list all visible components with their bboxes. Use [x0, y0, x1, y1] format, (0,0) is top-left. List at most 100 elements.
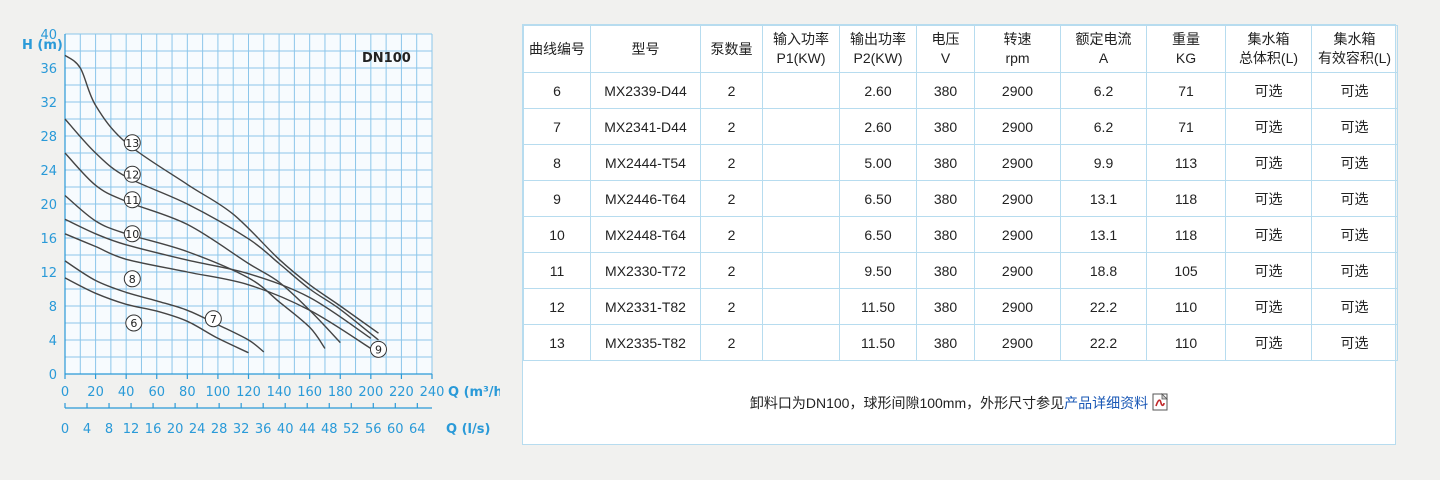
column-header: 重量 KG [1146, 25, 1226, 73]
column-header: 泵数量 [700, 25, 763, 73]
table-cell: 71 [1146, 72, 1226, 109]
table-cell: 可选 [1225, 324, 1312, 361]
y-tick-label: 36 [40, 62, 57, 77]
y-axis-title: H (m) [22, 38, 63, 53]
curve-label: 6 [130, 317, 137, 330]
table-cell: 105 [1146, 252, 1226, 289]
y-tick-label: 16 [40, 232, 57, 247]
table-cell: 2900 [974, 288, 1061, 325]
column-header-line: 重量 [1172, 31, 1200, 47]
table-cell: 可选 [1311, 144, 1398, 181]
table-cell: 可选 [1225, 180, 1312, 217]
table-cell: MX2444-T54 [590, 144, 701, 181]
pump-spec-table-panel: 曲线编号 型号 泵数量 输入功率 P1(KW) 输出功率 P2(KW) 电压 V 转速 rpm 额定电… [522, 24, 1398, 445]
table-cell: 2900 [974, 180, 1061, 217]
table-cell: 380 [916, 252, 975, 289]
table-header-row: 曲线编号 型号 泵数量 输入功率 P1(KW) 输出功率 P2(KW) 电压 V 转速 rpm 额定电… [523, 25, 1398, 73]
x2-tick-label: 52 [343, 422, 360, 437]
column-header-line: rpm [1005, 50, 1030, 66]
table-cell: 12 [523, 288, 591, 325]
column-header-line: A [1098, 50, 1109, 66]
x2-tick-label: 44 [299, 422, 316, 437]
x2-tick-label: 40 [277, 422, 294, 437]
table-row: 6 MX2339-D44 2 2.60 380 2900 6.2 71 可选 可选 [523, 72, 1398, 109]
table-row: 7 MX2341-D44 2 2.60 380 2900 6.2 71 可选 可选 [523, 108, 1398, 145]
table-cell: 5.00 [839, 144, 917, 181]
table-cell: 118 [1146, 180, 1226, 217]
table-cell: MX2330-T72 [590, 252, 701, 289]
table-cell: 22.2 [1060, 288, 1147, 325]
table-cell: MX2341-D44 [590, 108, 701, 145]
y-tick-label: 32 [40, 96, 57, 111]
table-cell: MX2446-T64 [590, 180, 701, 217]
column-header: 电压 V [916, 25, 975, 73]
table-cell: 380 [916, 288, 975, 325]
table-cell [762, 108, 840, 145]
table-cell: 71 [1146, 108, 1226, 145]
x-axis-title: Q (m³/h) [448, 385, 500, 400]
table-cell: MX2339-D44 [590, 72, 701, 109]
column-header-line: 总体积(L) [1238, 50, 1299, 66]
column-header-line: 输入功率 [773, 31, 829, 47]
table-cell: 可选 [1311, 180, 1398, 217]
table-cell: 380 [916, 180, 975, 217]
table-cell: 118 [1146, 216, 1226, 253]
table-cell: 可选 [1311, 324, 1398, 361]
table-cell: 2 [700, 252, 763, 289]
x2-tick-label: 20 [167, 422, 184, 437]
table-cell [762, 72, 840, 109]
table-row: 9 MX2446-T64 2 6.50 380 2900 13.1 118 可选 可选 [523, 180, 1398, 217]
table-cell: 2 [700, 324, 763, 361]
table-cell [762, 144, 840, 181]
pdf-icon[interactable] [1152, 393, 1169, 414]
x-tick-label: 60 [148, 385, 165, 400]
table-cell: 380 [916, 324, 975, 361]
column-header: 输出功率 P2(KW) [839, 25, 917, 73]
y-tick-label: 4 [49, 334, 57, 349]
x-tick-label: 200 [358, 385, 383, 400]
table-cell: 2900 [974, 72, 1061, 109]
table-cell: 13 [523, 324, 591, 361]
column-header-line: V [940, 50, 951, 66]
curve-label: 10 [125, 228, 139, 241]
x2-tick-label: 12 [123, 422, 140, 437]
x-tick-label: 160 [297, 385, 322, 400]
column-header-line: P1(KW) [776, 50, 826, 66]
table-cell: 可选 [1225, 144, 1312, 181]
table-cell: 2900 [974, 216, 1061, 253]
x2-tick-label: 36 [255, 422, 272, 437]
table-cell: 110 [1146, 288, 1226, 325]
table-body: 6 MX2339-D44 2 2.60 380 2900 6.2 71 可选 可选 7 MX2341-… [523, 72, 1398, 361]
column-header: 集水箱 有效容积(L) [1311, 25, 1398, 73]
table-cell: 可选 [1225, 108, 1312, 145]
column-header: 转速 rpm [974, 25, 1061, 73]
x2-tick-label: 60 [387, 422, 404, 437]
table-cell: 2900 [974, 252, 1061, 289]
curve-label: 7 [210, 313, 217, 326]
table-cell: 380 [916, 216, 975, 253]
table-cell: 380 [916, 108, 975, 145]
curve-label: 11 [125, 194, 139, 207]
x-tick-label: 140 [267, 385, 292, 400]
table-row: 10 MX2448-T64 2 6.50 380 2900 13.1 118 可选 可选 [523, 216, 1398, 253]
table-cell: 13.1 [1060, 216, 1147, 253]
table-cell: 可选 [1225, 216, 1312, 253]
y-tick-label: 0 [49, 368, 57, 383]
x2-tick-label: 32 [233, 422, 250, 437]
table-cell: 9 [523, 180, 591, 217]
column-header: 集水箱 总体积(L) [1225, 25, 1312, 73]
x-tick-label: 240 [420, 385, 445, 400]
column-header: 型号 [590, 25, 701, 73]
table-cell: 9.50 [839, 252, 917, 289]
discharge-note: 卸料口为DN100，球形间隙100mm，外形尺寸参见产品详细资料 [523, 393, 1395, 414]
table-cell: 可选 [1311, 72, 1398, 109]
note-text: 卸料口为DN100，球形间隙100mm，外形尺寸参见 [749, 395, 1065, 411]
column-header: 额定电流 A [1060, 25, 1147, 73]
table-cell: 2 [700, 288, 763, 325]
column-header-line: 型号 [631, 40, 660, 57]
product-details-link[interactable]: 产品详细资料 [1064, 395, 1148, 411]
x-tick-label: 180 [328, 385, 353, 400]
x2-tick-label: 56 [365, 422, 382, 437]
table-cell: MX2331-T82 [590, 288, 701, 325]
column-header: 曲线编号 [523, 25, 591, 73]
